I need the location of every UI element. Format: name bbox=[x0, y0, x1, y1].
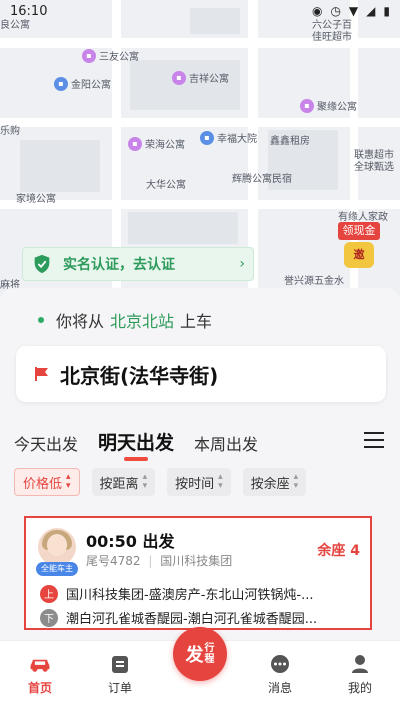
plate-number: 尾号4782 bbox=[86, 554, 141, 568]
tab-today[interactable]: 今天出发 bbox=[14, 431, 78, 455]
poi-label[interactable]: 辉腾公寓民宿 bbox=[232, 170, 292, 185]
date-tabs: 今天出发 明天出发 本周出发 bbox=[14, 428, 386, 461]
trip-card[interactable]: 全能车主 00:50 出发 尾号4782 | 国川科技集团 余座 4 上 国川科… bbox=[24, 516, 372, 630]
trip-meta: 尾号4782 | 国川科技集团 bbox=[86, 554, 233, 568]
location-icon: ◉ bbox=[311, 4, 323, 18]
poi-label[interactable]: ▪ 金阳公寓 bbox=[54, 76, 111, 91]
poi-label[interactable]: 乐购 bbox=[0, 122, 20, 137]
sort-seats[interactable]: 按余座 ▴ ▾ bbox=[242, 468, 307, 496]
apartment-icon: ▪ bbox=[300, 98, 314, 113]
bottom-sheet: 你将从 北京北站 上车 北京街(法华寺街) 今天出发 明天出发 本周出发 价格低… bbox=[0, 288, 400, 640]
dropoff-route: 下 潮白河孔雀城香醍园-潮白河孔雀城香醍园... bbox=[40, 608, 366, 627]
boarding-station[interactable]: 北京北站 bbox=[110, 308, 174, 332]
boarding-info: 你将从 北京北站 上车 bbox=[38, 308, 212, 332]
poi-label[interactable]: 大华公寓 bbox=[146, 176, 186, 191]
poi-label[interactable]: 六公子百 佳旺超市 bbox=[312, 20, 352, 44]
nav-orders-label: 订单 bbox=[107, 681, 132, 695]
status-bar: 16:10 ◉ ◷ ▼ ◢ ▮ bbox=[0, 0, 400, 22]
flag-icon bbox=[35, 367, 48, 381]
pickup-route-text: 国川科技集团-盛澳房产-东北山河铁锅炖-... bbox=[66, 588, 314, 603]
sort-distance[interactable]: 按距离 ▴ ▾ bbox=[91, 468, 156, 496]
sort-caret-icon: ▴ ▾ bbox=[142, 472, 148, 491]
status-time: 16:10 bbox=[10, 3, 48, 19]
menu-icon[interactable] bbox=[364, 432, 384, 453]
coin-icon: 邀 bbox=[344, 242, 374, 268]
post-trip-sub1: 行 bbox=[204, 643, 215, 654]
trip-depart-time: 00:50 出发 bbox=[86, 532, 175, 551]
driver-badge: 全能车主 bbox=[36, 562, 78, 576]
green-dot-icon bbox=[38, 317, 44, 323]
wifi-icon: ▼ bbox=[348, 4, 359, 18]
apartment-icon: ▪ bbox=[128, 136, 142, 151]
active-tab-indicator bbox=[124, 457, 149, 461]
cash-reward-label: 领现金 bbox=[338, 222, 380, 240]
poi-label[interactable]: 家境公寓 bbox=[16, 190, 56, 205]
sort-time[interactable]: 按时间 ▴ ▾ bbox=[167, 468, 231, 496]
nav-home[interactable]: 首页 bbox=[0, 641, 80, 711]
sort-caret-icon: ▴ ▾ bbox=[66, 472, 71, 491]
destination-card[interactable]: 北京街(法华寺街) bbox=[16, 346, 386, 402]
poi-label[interactable]: ▪ 幸福大院 bbox=[200, 130, 257, 145]
boarding-prefix: 你将从 bbox=[56, 312, 105, 331]
orders-icon bbox=[108, 653, 132, 675]
poi-label[interactable]: 有缘人家政 bbox=[338, 208, 388, 223]
apartment-icon: ▪ bbox=[82, 48, 96, 63]
poi-label[interactable]: ▪ 三友公寓 bbox=[82, 48, 139, 63]
poi-label[interactable]: ▪ 聚缘公寓 bbox=[300, 98, 357, 113]
post-trip-sub2: 程 bbox=[204, 654, 215, 665]
tab-this-week[interactable]: 本周出发 bbox=[194, 431, 258, 455]
shield-check-icon bbox=[34, 254, 50, 274]
verify-text: 实名认证，去认证 bbox=[63, 257, 175, 273]
dropoff-route-text: 潮白河孔雀城香醍园-潮白河孔雀城香醍园... bbox=[66, 612, 318, 627]
status-icons: ◉ ◷ ▼ ◢ ▮ bbox=[312, 4, 390, 18]
nav-messages[interactable]: 消息 bbox=[240, 641, 320, 711]
building-icon: ▪ bbox=[54, 76, 68, 91]
sort-caret-icon: ▴ ▾ bbox=[293, 472, 299, 491]
dropoff-icon: 下 bbox=[40, 608, 58, 627]
car-icon bbox=[28, 653, 52, 675]
verify-banner[interactable]: 实名认证，去认证 › bbox=[22, 247, 254, 281]
signal-icon: ◢ bbox=[366, 4, 376, 18]
building-icon: ▪ bbox=[200, 130, 214, 145]
poi-label[interactable]: ▪ 吉祥公寓 bbox=[172, 70, 229, 85]
chevron-right-icon: › bbox=[239, 256, 245, 272]
poi-label[interactable]: 鑫鑫租房 bbox=[270, 132, 310, 147]
poi-label[interactable]: 联惠超市 全球甄选 bbox=[354, 150, 394, 174]
nav-home-label: 首页 bbox=[27, 681, 52, 695]
nav-post-trip[interactable]: 发 行 程 bbox=[160, 627, 240, 711]
post-trip-main: 发 bbox=[185, 645, 204, 666]
user-icon bbox=[348, 653, 372, 675]
sort-options: 价格低 ▴ ▾ 按距离 ▴ ▾ 按时间 ▴ ▾ 按余座 ▴ ▾ bbox=[14, 468, 307, 496]
tab-tomorrow[interactable]: 明天出发 bbox=[98, 428, 174, 461]
sort-caret-icon: ▴ ▾ bbox=[218, 472, 223, 491]
pickup-route: 上 国川科技集团-盛澳房产-东北山河铁锅炖-... bbox=[40, 584, 366, 603]
driver-company: 国川科技集团 bbox=[160, 554, 233, 568]
pickup-icon: 上 bbox=[40, 584, 58, 603]
alarm-icon: ◷ bbox=[330, 4, 341, 18]
driver-avatar bbox=[38, 528, 76, 566]
poi-label[interactable]: 誉兴源五金水 bbox=[284, 272, 344, 287]
sort-price[interactable]: 价格低 ▴ ▾ bbox=[14, 468, 80, 496]
cash-reward-badge[interactable]: 领现金 邀 bbox=[338, 222, 386, 272]
poi-label[interactable]: ▪ 荣海公寓 bbox=[128, 136, 185, 151]
battery-icon: ▮ bbox=[383, 4, 390, 18]
nav-orders[interactable]: 订单 bbox=[80, 641, 160, 711]
seats-remaining: 余座 4 bbox=[317, 543, 360, 559]
bottom-nav: 首页 订单 发 行 程 消息 我的 bbox=[0, 627, 400, 711]
destination-name: 北京街(法华寺街) bbox=[60, 363, 219, 388]
nav-mine[interactable]: 我的 bbox=[320, 641, 400, 711]
boarding-suffix: 上车 bbox=[180, 312, 213, 331]
post-trip-button[interactable]: 发 行 程 bbox=[173, 627, 227, 681]
nav-messages-label: 消息 bbox=[267, 681, 292, 695]
message-icon bbox=[268, 653, 292, 675]
apartment-icon: ▪ bbox=[172, 70, 186, 85]
nav-mine-label: 我的 bbox=[347, 681, 372, 695]
